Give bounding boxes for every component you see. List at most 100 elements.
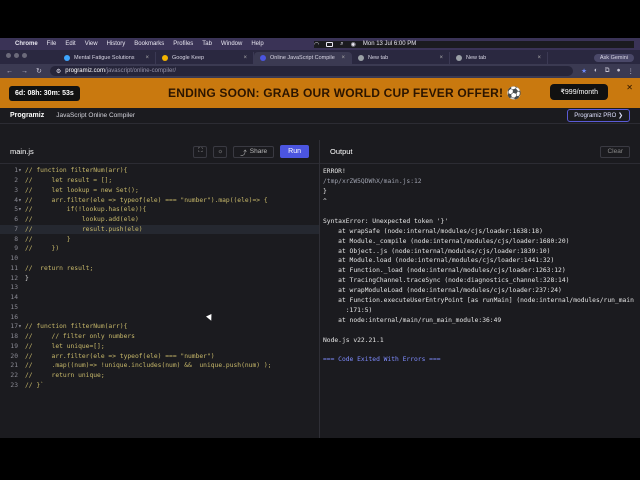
promo-banner[interactable]: 6d: 08h: 30m: 53s ENDING SOON: GRAB OUR …	[0, 78, 640, 108]
menu-file[interactable]: File	[47, 41, 57, 47]
extension-icon[interactable]: ◐	[594, 67, 598, 75]
code-line[interactable]: 19 // let unique=[];	[0, 342, 319, 352]
tab-favicon-icon	[162, 55, 168, 61]
code-line[interactable]: 13	[0, 283, 319, 293]
close-icon[interactable]: ✕	[626, 83, 633, 92]
code-line[interactable]: 6 // lookup.add(ele)	[0, 215, 319, 225]
menu-kebab-icon[interactable]: ⋮	[628, 67, 635, 75]
code-line[interactable]: 7 // result.push(ele)	[0, 224, 319, 235]
clear-button[interactable]: Clear	[600, 145, 630, 158]
fold-chevron-icon[interactable]: ▾	[18, 167, 25, 174]
line-number: 21	[10, 362, 18, 370]
menu-bookmarks[interactable]: Bookmarks	[134, 41, 164, 47]
menu-history[interactable]: History	[107, 41, 126, 47]
tab-close-icon[interactable]: ×	[537, 55, 541, 61]
code-line[interactable]: 4 ▾// arr.filter(ele => typeof(ele) === "…	[0, 195, 319, 205]
search-icon[interactable]: ⌕	[340, 41, 343, 48]
fullscreen-icon[interactable]: ⛶	[193, 145, 208, 158]
code-line[interactable]: 10	[0, 254, 319, 264]
forward-icon[interactable]: →	[21, 68, 28, 75]
code-text: // return result;	[25, 264, 94, 272]
code-line[interactable]: 9 // })	[0, 244, 319, 254]
close-window-icon[interactable]	[6, 53, 11, 58]
reload-icon[interactable]: ↻	[36, 67, 42, 75]
tab-close-icon[interactable]: ×	[145, 55, 149, 61]
share-label: Share	[249, 148, 268, 155]
zoom-window-icon[interactable]	[22, 53, 27, 58]
code-line[interactable]: 21 // .map((num)=> !unique.includes(num) …	[0, 361, 319, 371]
browser-tab[interactable]: Online JavaScript Compile ×	[254, 52, 352, 64]
editor-panel: main.js ⛶ ☼ ⤴ Share Run 1 ▾// function fil…	[0, 140, 320, 438]
line-number: 15	[10, 303, 18, 311]
site-info-icon[interactable]: ⚙	[56, 68, 61, 75]
code-editor[interactable]: 1 ▾// function filterNum(arr){2// let res…	[0, 164, 319, 390]
promo-text[interactable]: ENDING SOON: GRAB OUR WORLD CUP FEVER OF…	[168, 86, 522, 100]
share-button[interactable]: ⤴ Share	[233, 145, 275, 158]
minimize-window-icon[interactable]	[14, 53, 19, 58]
browser-tab[interactable]: Mental Fatigue Solutions ×	[58, 52, 156, 64]
tab-close-icon[interactable]: ×	[243, 55, 247, 61]
code-line[interactable]: 23 // }`	[0, 381, 319, 391]
code-line[interactable]: 14	[0, 293, 319, 303]
code-line[interactable]: 8 // }	[0, 234, 319, 244]
menu-help[interactable]: Help	[251, 41, 263, 47]
ask-gemini-button[interactable]: Ask Gemini	[593, 54, 634, 62]
price-button[interactable]: ₹999/month	[550, 84, 608, 100]
tab-close-icon[interactable]: ×	[341, 55, 345, 61]
address-bar[interactable]: ⚙ programiz.com/javascript/online-compil…	[49, 66, 574, 76]
menu-window[interactable]: Window	[221, 41, 242, 47]
code-text: // // filter only numbers	[25, 333, 135, 341]
browser-tab[interactable]: New tab ×	[352, 52, 450, 64]
code-line[interactable]: 11 // return result;	[0, 264, 319, 274]
browser-window: Chrome File Edit View History Bookmarks …	[0, 38, 640, 438]
fold-chevron-icon[interactable]: ▾	[18, 323, 25, 330]
file-tab[interactable]: main.js	[10, 147, 34, 156]
tab-close-icon[interactable]: ×	[439, 55, 443, 61]
fold-chevron-icon[interactable]: ▾	[18, 206, 25, 213]
output-line: at node:internal/main/run_main_module:36…	[323, 316, 502, 324]
code-line[interactable]: 20 // arr.filter(ele => typeof(ele) === "…	[0, 351, 319, 361]
output-console[interactable]: ERROR! /tmp/xrZW5QDWhX/main.js:12} ^ Syntax…	[320, 164, 640, 368]
code-line[interactable]: 22 // return unique;	[0, 371, 319, 381]
code-line[interactable]: 5 ▾// if(!lookup.has(ele)){	[0, 205, 319, 215]
menu-edit[interactable]: Edit	[65, 41, 75, 47]
battery-icon[interactable]	[326, 41, 334, 47]
output-line: at Module._compile (node:internal/module…	[323, 237, 570, 245]
programiz-pro-button[interactable]: Programiz PRO ❯	[567, 109, 630, 122]
menu-profiles[interactable]: Profiles	[173, 41, 193, 47]
run-button[interactable]: Run	[280, 145, 309, 158]
code-line[interactable]: 12}	[0, 273, 319, 283]
browser-tab[interactable]: Google Keep ×	[156, 52, 254, 64]
control-center-icon[interactable]: ◉	[351, 41, 356, 48]
code-line[interactable]: 1 ▾// function filterNum(arr){	[0, 166, 319, 176]
theme-toggle-icon[interactable]: ☼	[213, 145, 228, 158]
code-line[interactable]: 17 ▾// function filterNum(arr){	[0, 322, 319, 332]
browser-tab[interactable]: New tab ×	[450, 52, 548, 64]
menu-view[interactable]: View	[85, 41, 98, 47]
code-text: // lookup.add(ele)	[25, 216, 139, 224]
code-text: // }`	[25, 381, 44, 389]
back-icon[interactable]: ←	[6, 68, 13, 75]
bookmark-star-icon[interactable]: ★	[581, 67, 587, 75]
profile-icon[interactable]: ●	[617, 67, 621, 75]
code-text: // }	[25, 235, 71, 243]
menu-tab[interactable]: Tab	[202, 41, 212, 47]
menubar-app-name[interactable]: Chrome	[15, 41, 38, 47]
code-line[interactable]: 15	[0, 303, 319, 313]
code-line[interactable]: 16	[0, 312, 319, 322]
line-number: 12	[10, 274, 18, 282]
output-line: at Object..js (node:internal/modules/cjs…	[323, 247, 551, 255]
clock[interactable]: Mon 13 Jul 6:00 PM	[363, 41, 416, 47]
code-line[interactable]: 2 // let result = [];	[0, 176, 319, 186]
code-line[interactable]: 18 // // filter only numbers	[0, 332, 319, 342]
line-number: 9	[14, 245, 18, 253]
wifi-icon[interactable]: ◠	[314, 41, 319, 48]
code-line[interactable]: 3 // let lookup = new Set();	[0, 186, 319, 196]
window-controls	[6, 53, 27, 58]
programiz-logo[interactable]: Programiz	[10, 112, 44, 119]
fold-chevron-icon[interactable]: ▾	[18, 197, 25, 204]
extensions-puzzle-icon[interactable]: ⧉	[605, 67, 610, 75]
output-line: ^	[323, 198, 327, 206]
line-number: 13	[10, 284, 18, 292]
